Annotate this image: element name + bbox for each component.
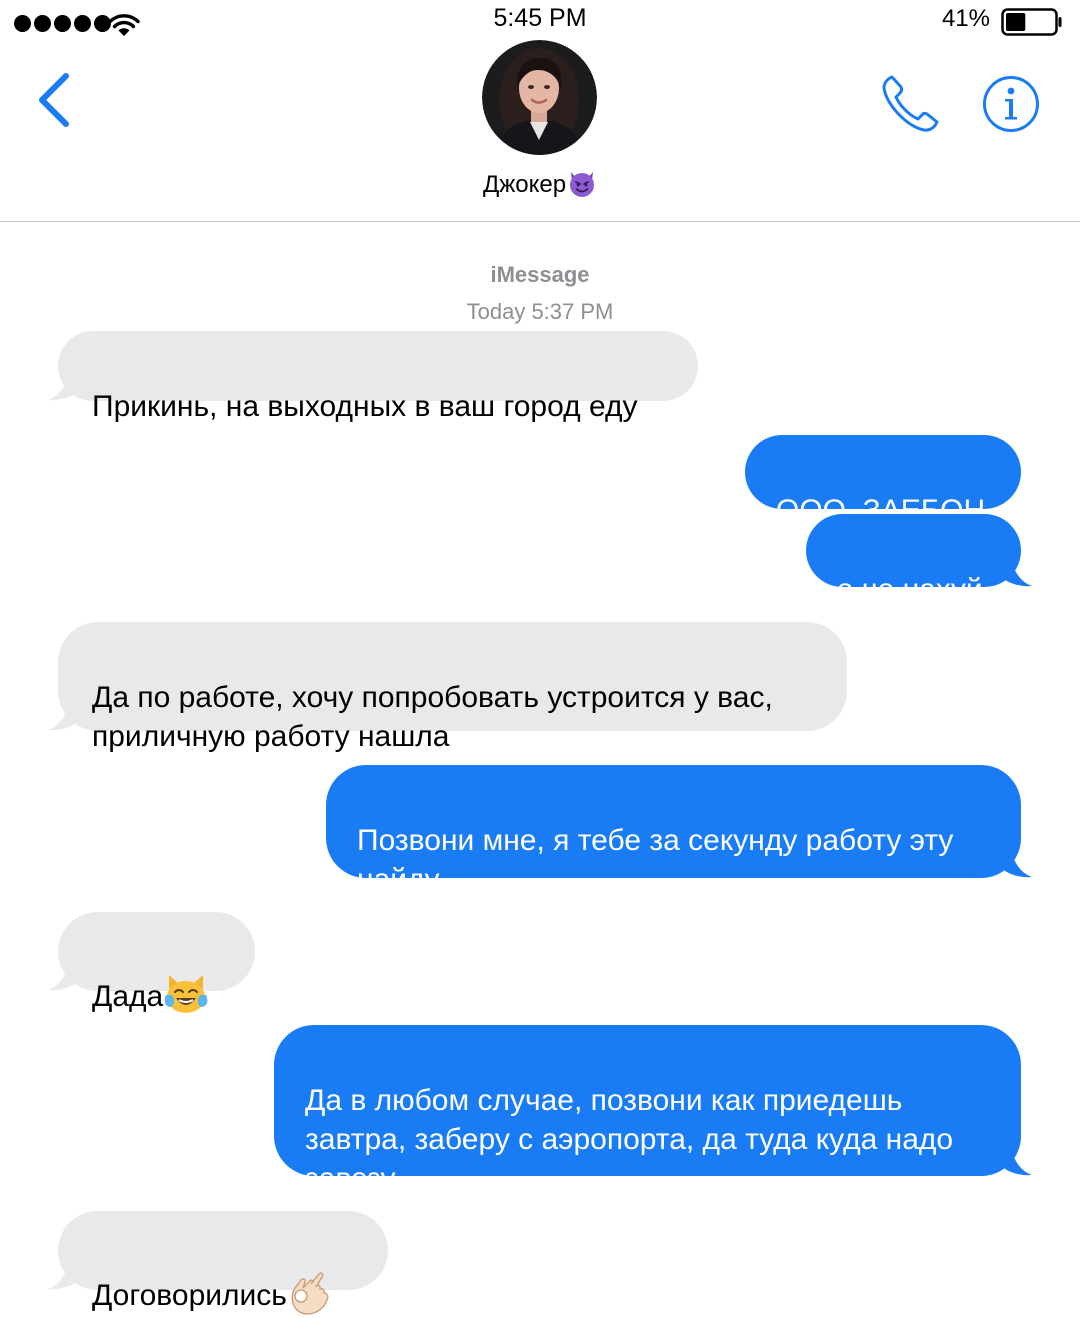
contact-name[interactable]: Джокер (0, 168, 1080, 199)
message-text: Дада (92, 980, 164, 1013)
cat-tears-of-joy-icon (164, 975, 208, 1013)
battery-percentage: 41% (941, 5, 990, 32)
message-text: Да в любом случае, позвони как приедешь … (305, 1084, 954, 1195)
message-bubble-incoming[interactable]: Прикинь, на выходных в ваш город еду (58, 331, 698, 423)
avatar[interactable] (482, 40, 597, 155)
message-text: Позвони мне, я тебе за секунду работу эт… (357, 824, 954, 896)
message-bubble-outgoing[interactable]: а че нахуй (806, 514, 1021, 606)
info-button[interactable] (981, 74, 1041, 134)
phone-button[interactable] (878, 72, 942, 136)
message-bubble-incoming[interactable]: Договорились (58, 1211, 388, 1315)
chevron-left-icon (39, 73, 69, 127)
message-bubble-incoming[interactable]: Да по работе, хочу попробовать устроится… (58, 622, 847, 753)
message-bubble-outgoing[interactable]: Да в любом случае, позвони как приедешь … (274, 1025, 1021, 1195)
message-text: Да по работе, хочу попробовать устроится… (92, 681, 773, 753)
message-text: а че нахуй (837, 573, 983, 606)
status-time: 5:45 PM (493, 4, 587, 32)
status-bar: 5:45 PM 41% (0, 0, 1080, 40)
message-bubble-outgoing[interactable]: Позвони мне, я тебе за секунду работу эт… (326, 765, 1021, 896)
battery-icon (1001, 8, 1062, 36)
contact-name-text: Джокер (482, 171, 567, 198)
phone-icon (882, 75, 939, 132)
smiling-devil-icon (570, 172, 595, 197)
ok-hand-icon (291, 1272, 329, 1315)
back-button[interactable] (30, 68, 80, 132)
message-text: Прикинь, на выходных в ваш город еду (92, 390, 638, 423)
message-text: Договорились (92, 1279, 287, 1312)
info-icon (983, 76, 1039, 132)
messages-screen: 5:45 PM 41% Джокер iMessage Today 5:37 P… (0, 0, 1080, 1318)
service-label: iMessage (490, 262, 590, 287)
conversation-header: Джокер (0, 40, 1080, 222)
message-timestamp: Today 5:37 PM (466, 299, 614, 324)
message-bubble-incoming[interactable]: Дада (58, 912, 255, 1013)
message-bubble-outgoing[interactable]: ООО, ЗАЕБОН (745, 435, 1021, 527)
